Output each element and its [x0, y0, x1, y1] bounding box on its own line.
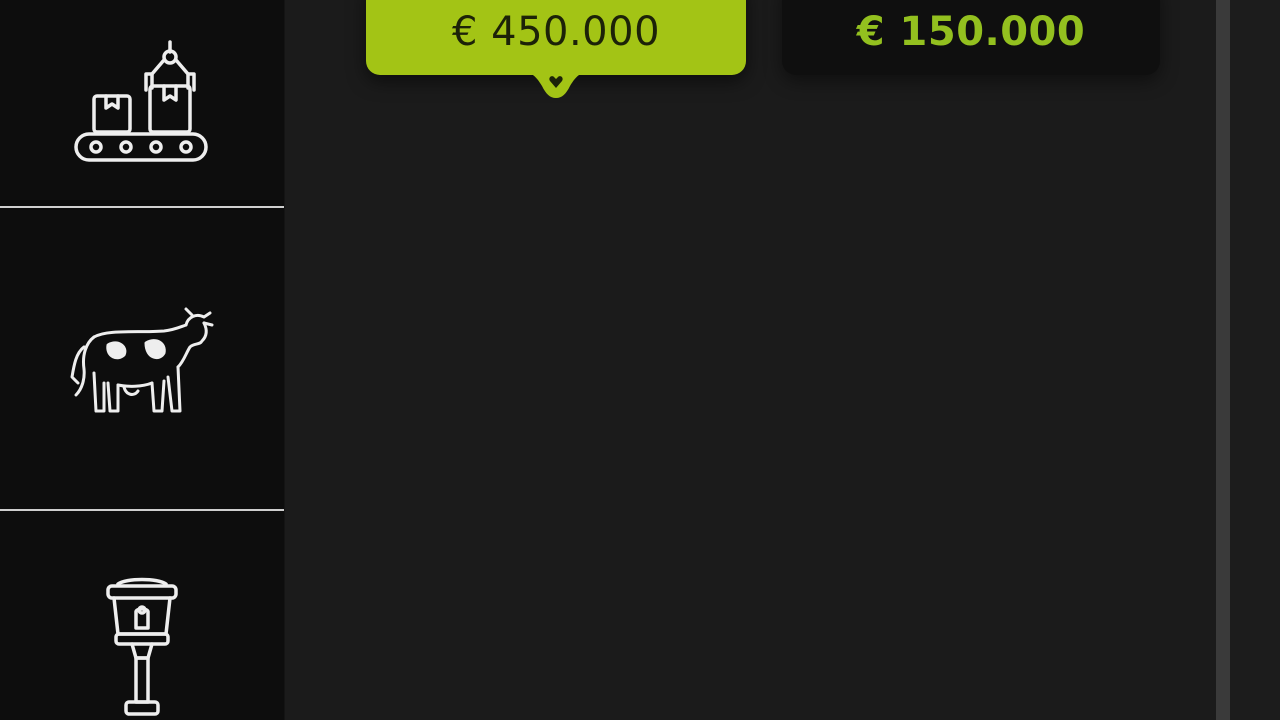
price-option-selected[interactable]: € 450.000: [366, 0, 746, 75]
price-option-label: € 150.000: [856, 9, 1086, 55]
sidebar-item-factory[interactable]: [0, 0, 284, 206]
selected-pointer-notch: [516, 70, 596, 98]
sidebar-item-livestock[interactable]: [0, 208, 284, 509]
sidebar: [0, 0, 285, 720]
vertical-scrollbar[interactable]: [1216, 0, 1230, 720]
factory-conveyor-icon: [74, 40, 208, 162]
street-lamp-icon: [106, 577, 178, 716]
sidebar-item-lighting[interactable]: [0, 511, 284, 720]
price-option-label: € 450.000: [451, 9, 661, 55]
cow-icon: [70, 307, 214, 412]
price-option[interactable]: € 150.000: [782, 0, 1160, 75]
right-edge-panel: [1230, 0, 1280, 720]
app-window: € 450.000 € 150.000: [0, 0, 1280, 720]
